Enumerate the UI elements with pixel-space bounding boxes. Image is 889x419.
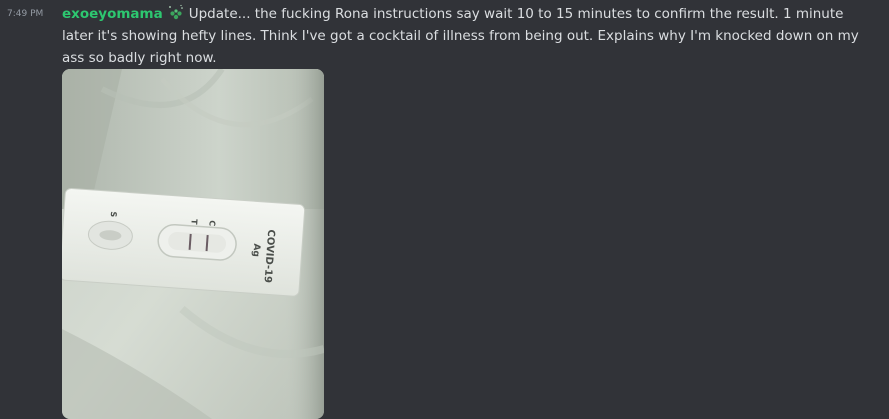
image-attachment[interactable]: S T C COVID-19 Ag [62,69,324,419]
message-timestamp[interactable]: 7:49 PM [7,9,43,19]
sprout-icon[interactable] [167,3,185,21]
message-content: exoeyomama Update... the fucking Rona in… [62,3,877,69]
label-ag: Ag [250,243,261,257]
label-s: S [109,211,118,218]
label-c: C [207,220,216,227]
chat-message: 7:49 PM exoeyomama Update... the fucking… [0,0,889,419]
covid-test-photo: S T C COVID-19 Ag [62,69,324,419]
message-username[interactable]: exoeyomama [62,6,163,22]
